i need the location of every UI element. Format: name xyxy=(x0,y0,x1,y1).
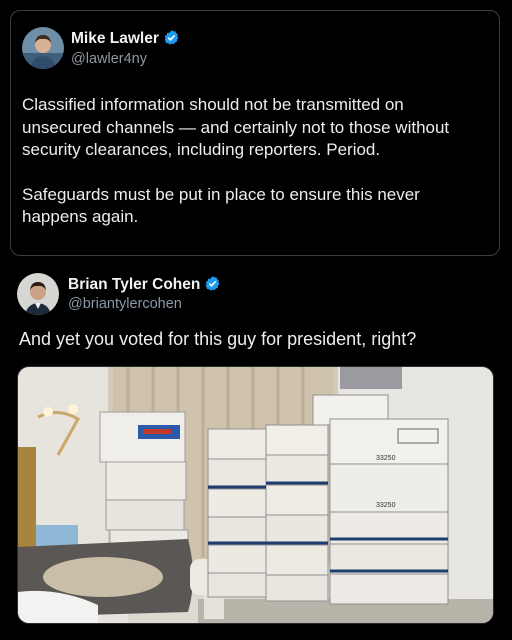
box-stack-middle xyxy=(207,424,329,602)
window xyxy=(340,367,402,389)
reply-author-name[interactable]: Brian Tyler Cohen xyxy=(68,275,221,297)
box-stack-left xyxy=(99,411,189,561)
reply-author-avatar[interactable] xyxy=(17,273,59,315)
quoted-author-avatar[interactable] xyxy=(22,27,64,69)
quoted-post-paragraph: Classified information should not be tra… xyxy=(22,95,450,159)
box-label: 33250 xyxy=(376,455,396,462)
box-label: 33250 xyxy=(376,502,396,509)
reply-author-handle[interactable]: @briantylercohen xyxy=(68,296,182,312)
quoted-author-name[interactable]: Mike Lawler xyxy=(71,29,180,51)
vanity-sink xyxy=(18,539,193,623)
verified-badge-icon xyxy=(163,29,180,51)
quoted-post-body: Classified information should not be tra… xyxy=(22,94,484,229)
quoted-post-paragraph: Safeguards must be put in place to ensur… xyxy=(22,184,420,227)
verified-badge-icon xyxy=(204,275,221,297)
reply-post-body: And yet you voted for this guy for presi… xyxy=(19,329,417,349)
quoted-author-handle[interactable]: @lawler4ny xyxy=(71,51,147,67)
quoted-author-name-text[interactable]: Mike Lawler xyxy=(71,30,159,47)
reply-author-name-text[interactable]: Brian Tyler Cohen xyxy=(68,276,200,293)
box-stack-right: 33250 33250 xyxy=(312,394,449,605)
attached-photo[interactable]: 33250 33250 xyxy=(17,366,494,624)
